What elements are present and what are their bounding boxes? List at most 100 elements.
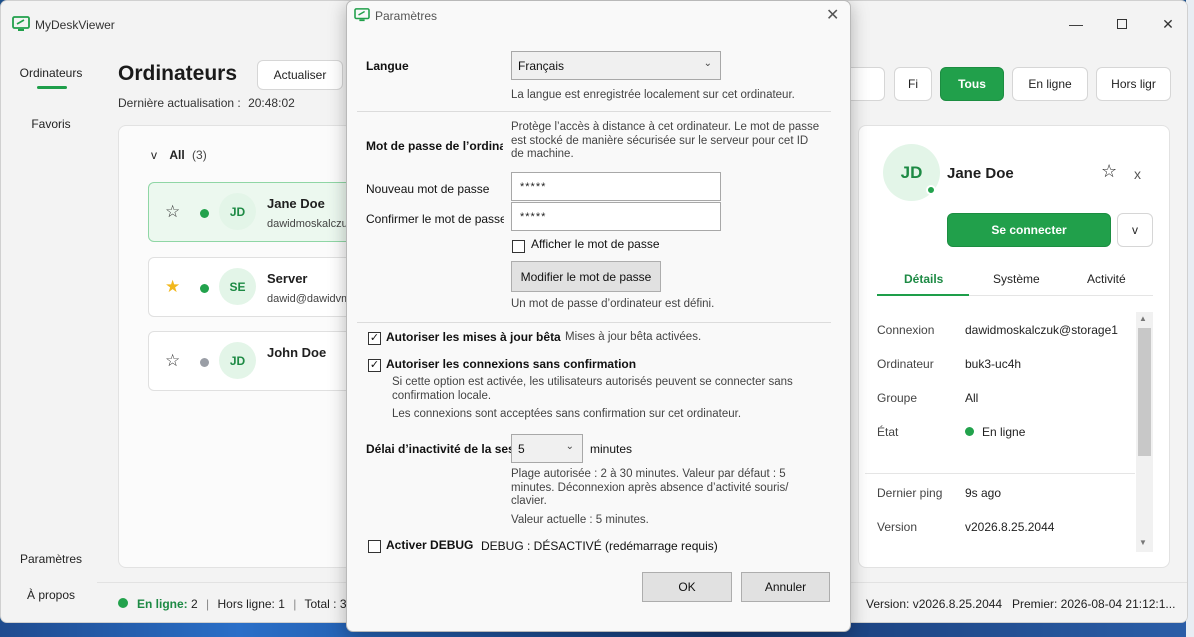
- new-password-input[interactable]: *****: [511, 172, 721, 201]
- status-dot-offline: [200, 358, 209, 367]
- change-password-button[interactable]: Modifier le mot de passe: [511, 261, 661, 292]
- filter-online[interactable]: En ligne: [1012, 67, 1088, 101]
- tab-active-indicator: [877, 294, 969, 296]
- language-select[interactable]: Français ⌄: [511, 51, 721, 80]
- app-title: MyDeskViewer: [35, 18, 115, 32]
- help-line: est stocké de manière sécurisée sur le s…: [511, 134, 809, 147]
- close-window-button[interactable]: ✕: [1145, 11, 1187, 37]
- confirm-password-input[interactable]: *****: [511, 202, 721, 231]
- filter-fi[interactable]: Fi: [894, 67, 932, 101]
- connect-button[interactable]: Se connecter: [947, 213, 1111, 247]
- help-line: Si cette option est activée, les utilisa…: [392, 376, 793, 388]
- minimize-button[interactable]: —: [1053, 11, 1099, 37]
- timeout-value: 5: [518, 441, 525, 456]
- nav-favorites[interactable]: Favoris: [1, 117, 101, 131]
- computer-connection: dawidmoskalczuk@storage1: [267, 218, 347, 230]
- filter-offline[interactable]: Hors ligr: [1096, 67, 1171, 101]
- close-dialog-button[interactable]: ✕: [826, 5, 844, 24]
- tab-details[interactable]: Détails: [904, 272, 943, 286]
- scroll-down-icon[interactable]: ▼: [1139, 538, 1147, 547]
- nav-active-indicator: [37, 86, 67, 89]
- tab-system[interactable]: Système: [993, 272, 1040, 286]
- minimize-icon: —: [1069, 16, 1083, 32]
- nav-computers[interactable]: Ordinateurs: [1, 66, 101, 80]
- status-dot-online: [926, 185, 936, 195]
- show-password-checkbox[interactable]: [512, 240, 525, 253]
- star-outline-icon[interactable]: ☆: [165, 352, 183, 370]
- detail-label: Connexion: [877, 323, 935, 337]
- detail-value: En ligne: [982, 425, 1026, 439]
- detail-name: Jane Doe: [947, 165, 1014, 182]
- detail-label: État: [877, 425, 899, 439]
- computer-name: Jane Doe: [267, 196, 325, 211]
- tab-activity[interactable]: Activité: [1087, 272, 1126, 286]
- computer-card[interactable]: ☆ JD John Doe: [148, 331, 358, 391]
- scroll-up-icon[interactable]: ▲: [1139, 314, 1147, 323]
- detail-value: dawidmoskalczuk@storage1: [965, 323, 1118, 337]
- computer-connection: dawid@dawidvm: [267, 293, 347, 305]
- help-line: confirmation locale.: [392, 389, 492, 402]
- cancel-button[interactable]: Annuler: [741, 572, 830, 602]
- no-confirm-help: Si cette option est activée, les utilisa…: [392, 376, 793, 403]
- detail-value: buk3-uc4h: [965, 357, 1022, 371]
- checkmark-icon: ✓: [369, 359, 380, 371]
- last-update: Dernière actualisation : 20:48:02: [118, 96, 295, 110]
- beta-updates-checkbox[interactable]: ✓: [368, 332, 381, 345]
- star-outline-icon[interactable]: ☆: [1101, 162, 1117, 180]
- beta-updates-status: Mises à jour bêta activées.: [565, 331, 702, 343]
- status-counts: En ligne: 2 | Hors ligne: 1 | Total : 3: [137, 597, 347, 611]
- language-help: La langue est enregistrée localement sur…: [511, 89, 795, 101]
- nav-about[interactable]: À propos: [1, 588, 101, 602]
- maximize-button[interactable]: [1099, 11, 1145, 37]
- help-line: de machine.: [511, 148, 574, 160]
- filter-all[interactable]: Tous: [940, 67, 1004, 101]
- avatar: SE: [219, 268, 256, 305]
- detail-value: v2026.8.25.2044: [965, 520, 1055, 534]
- chevron-down-icon: v: [151, 148, 157, 162]
- help-line: minutes. Déconnexion après absence d’act…: [511, 481, 789, 494]
- page-title: Ordinateurs: [118, 62, 238, 85]
- status-dot-online: [200, 209, 209, 218]
- group-label: All: [169, 148, 185, 162]
- status-offline: Hors ligne: 1: [217, 597, 285, 611]
- password-status: Un mot de passe d’ordinateur est défini.: [511, 298, 715, 310]
- timeout-unit: minutes: [590, 442, 633, 456]
- debug-label: Activer DEBUG: [386, 538, 474, 552]
- checkmark-icon: ✓: [369, 332, 380, 344]
- connect-options-button[interactable]: v: [1117, 213, 1153, 247]
- no-confirm-checkbox[interactable]: ✓: [368, 359, 381, 372]
- computer-card[interactable]: ★ SE Server dawid@dawidvm: [148, 257, 358, 317]
- detail-value: 9s ago: [965, 486, 1002, 500]
- computer-name: Server: [267, 271, 308, 286]
- language-label: Langue: [366, 59, 409, 73]
- ok-button[interactable]: OK: [642, 572, 732, 602]
- status-online-label: En ligne:: [137, 597, 188, 611]
- refresh-button[interactable]: Actualiser: [257, 60, 343, 90]
- status-online-count: 2: [191, 597, 198, 611]
- maximize-icon: [1117, 19, 1127, 29]
- close-details-button[interactable]: x: [1134, 166, 1141, 182]
- dialog-title: Paramètres: [375, 9, 438, 23]
- computer-card[interactable]: ☆ JD Jane Doe dawidmoskalczuk@storage1: [148, 182, 358, 242]
- scrollbar-thumb[interactable]: [1138, 328, 1151, 456]
- timeout-select[interactable]: 5 ⌄: [511, 434, 583, 463]
- password-help: Protège l’accès à distance à cet ordinat…: [511, 121, 819, 162]
- status-dot-online: [118, 598, 128, 608]
- computer-name: John Doe: [267, 345, 327, 360]
- status-first-seen: Premier: 2026-08-04 21:12:1...: [1012, 597, 1176, 611]
- group-header[interactable]: v All (3): [151, 148, 207, 162]
- confirm-password-label: Confirmer le mot de passe: [366, 212, 504, 226]
- debug-status: DEBUG : DÉSACTIVÉ (redémarrage requis): [481, 539, 718, 553]
- password-label: Mot de passe de l’ordinateur: [366, 139, 503, 153]
- debug-checkbox[interactable]: [368, 540, 381, 553]
- new-password-label: Nouveau mot de passe: [366, 182, 490, 196]
- star-filled-icon[interactable]: ★: [165, 278, 183, 296]
- detail-label: Dernier ping: [877, 486, 943, 500]
- last-update-time: 20:48:02: [248, 96, 295, 110]
- close-icon: ✕: [1162, 15, 1174, 32]
- detail-label: Ordinateur: [877, 357, 934, 371]
- status-version: Version: v2026.8.25.2044: [866, 597, 1003, 611]
- star-outline-icon[interactable]: ☆: [165, 203, 183, 221]
- section-divider: [357, 111, 831, 112]
- nav-settings[interactable]: Paramètres: [1, 552, 101, 566]
